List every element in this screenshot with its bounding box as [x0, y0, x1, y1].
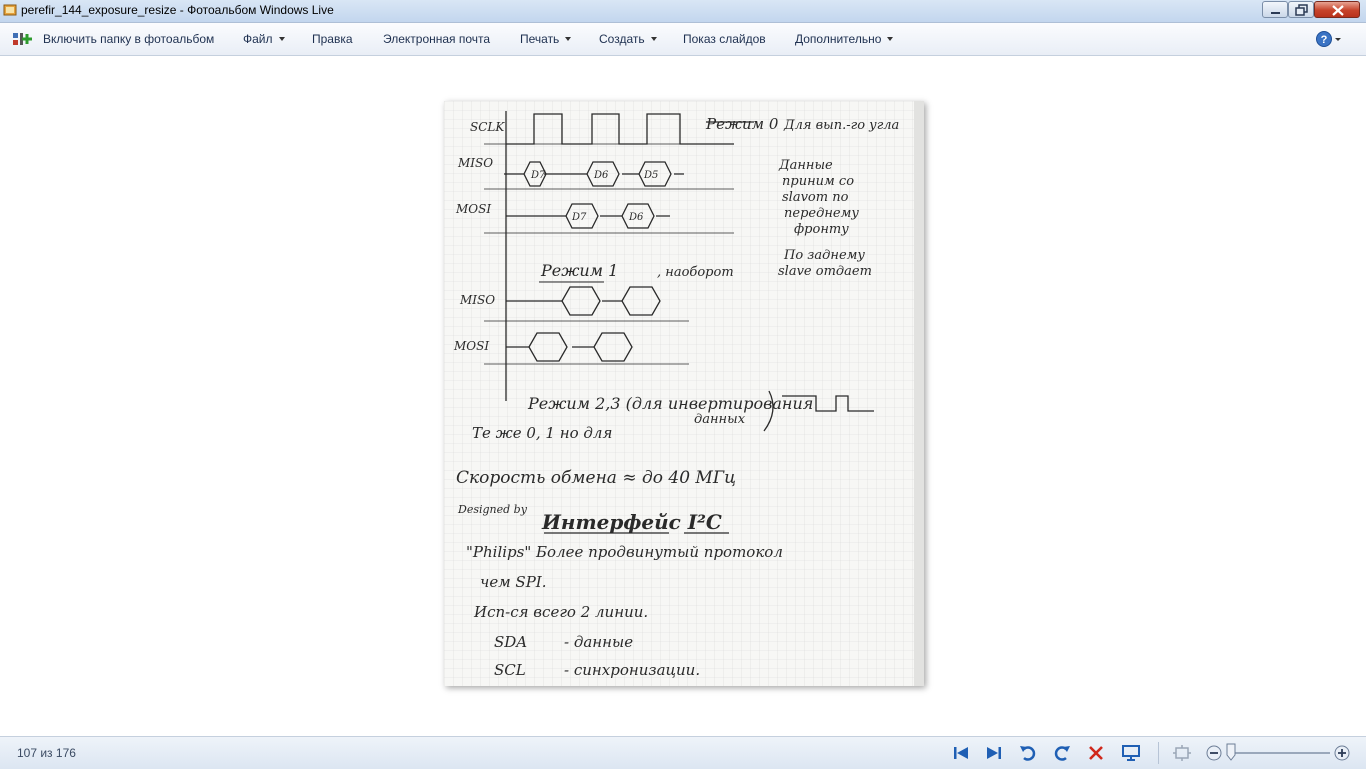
note-mosi-2: MOSI [453, 339, 489, 353]
chevron-down-icon [650, 36, 657, 41]
photo-counter: 107 из 176 [17, 746, 76, 760]
note-sda-desc: - данные [564, 633, 633, 651]
note-data-2: приним со [782, 174, 854, 189]
maximize-button[interactable] [1288, 1, 1314, 18]
close-button[interactable] [1314, 1, 1360, 18]
delete-icon [1089, 746, 1103, 760]
include-folder-label: Включить папку в фотоальбом [43, 32, 215, 46]
note-d6: D6 [593, 170, 609, 181]
next-button[interactable] [983, 743, 1005, 763]
menu-more-label: Дополнительно [795, 32, 882, 46]
menu-file[interactable]: Файл [243, 23, 285, 55]
close-icon [1332, 5, 1344, 16]
note-same: Те же 0, 1 но для [472, 424, 612, 442]
zoom-track[interactable] [1232, 752, 1330, 754]
chevron-down-icon [278, 36, 285, 41]
help-button[interactable]: ? [1316, 30, 1342, 48]
note-uses: Исп-ся всего 2 линии. [473, 603, 648, 621]
menu-slideshow[interactable]: Показ слайдов [683, 23, 766, 55]
chevron-down-icon [887, 36, 894, 41]
note-mode1: Режим 1 [540, 261, 618, 280]
rotate-left-button[interactable] [1017, 743, 1039, 763]
restore-icon [1295, 4, 1308, 16]
menu-slideshow-label: Показ слайдов [683, 32, 766, 46]
rotate-left-icon [1020, 746, 1036, 761]
svg-text:?: ? [1321, 34, 1328, 46]
previous-button[interactable] [950, 743, 972, 763]
actual-size-icon [1173, 745, 1191, 761]
note-mode0: Режим 0 [705, 115, 779, 133]
note-d7-mosi: D7 [571, 212, 587, 223]
title-bar: perefir_144_exposure_resize - Фотоальбом… [0, 0, 1366, 23]
app-icon [3, 4, 17, 16]
note-data-4: переднему [784, 206, 859, 221]
note-mode1-desc: , наоборот [657, 265, 734, 280]
zoom-out-button[interactable] [1203, 743, 1225, 763]
add-folder-icon [13, 33, 32, 45]
note-data-3: slavom по [782, 190, 849, 205]
menu-print[interactable]: Печать [520, 23, 572, 55]
note-speed: Скорость обмена ≈ до 40 МГц [456, 468, 736, 488]
note-than-spi: чем SPI. [480, 573, 546, 591]
help-icon: ? [1316, 31, 1341, 47]
menu-bar: Включить папку в фотоальбом Файл Правка … [0, 23, 1366, 56]
note-i2c-title: Интерфейс I²C [541, 510, 722, 534]
menu-edit-label: Правка [312, 32, 353, 46]
note-d5: D5 [643, 170, 658, 181]
note-mode0-desc: Для вып.-го угла [783, 118, 899, 133]
next-icon [987, 747, 1001, 759]
menu-create[interactable]: Создать [599, 23, 657, 55]
note-scl-desc: - синхронизации. [564, 661, 700, 679]
menu-create-label: Создать [599, 32, 645, 46]
note-data-5: фронту [794, 222, 849, 237]
menu-email-label: Электронная почта [383, 32, 491, 46]
rotate-right-icon [1054, 746, 1070, 761]
menu-edit[interactable]: Правка [312, 23, 353, 55]
actual-size-button[interactable] [1171, 743, 1193, 763]
slideshow-icon [1122, 745, 1140, 761]
note-sda: SDA [494, 633, 527, 651]
delete-button[interactable] [1085, 743, 1107, 763]
note-mosi: MOSI [455, 202, 491, 216]
menu-more[interactable]: Дополнительно [795, 23, 894, 55]
note-data-1: Данные [778, 158, 833, 173]
menu-file-label: Файл [243, 32, 273, 46]
note-same-2: данных [694, 412, 746, 427]
minimize-icon [1271, 12, 1280, 14]
note-miso: MISO [457, 156, 493, 170]
note-designed: Designed by [457, 503, 528, 516]
handwritten-notes-image: SCLK MISO MOSI D7 D6 D5 D7 D6 Режим 0 Дл… [444, 101, 924, 686]
chevron-down-icon [565, 36, 572, 41]
zoom-in-icon [1334, 745, 1350, 761]
zoom-slider-thumb[interactable] [1226, 743, 1236, 761]
window-title: perefir_144_exposure_resize - Фотоальбом… [21, 3, 334, 17]
zoom-out-icon [1206, 745, 1222, 761]
separator [1158, 742, 1159, 764]
note-d6-mosi: D6 [628, 212, 644, 223]
note-miso-2: MISO [459, 293, 495, 307]
rotate-right-button[interactable] [1051, 743, 1073, 763]
zoom-in-button[interactable] [1333, 743, 1355, 763]
photo-viewer: SCLK MISO MOSI D7 D6 D5 D7 D6 Режим 0 Дл… [0, 56, 1366, 736]
note-mode23: Режим 2,3 (для инвертирования [527, 394, 813, 413]
note-slave-2: slave отдает [778, 264, 872, 279]
previous-icon [954, 747, 968, 759]
note-slave-1: По заднему [783, 248, 865, 263]
minimize-button[interactable] [1262, 1, 1288, 18]
status-bar: 107 из 176 [0, 736, 1366, 769]
photo[interactable]: SCLK MISO MOSI D7 D6 D5 D7 D6 Режим 0 Дл… [444, 101, 924, 686]
note-scl: SCL [494, 661, 526, 679]
note-philips: "Philips" Более продвинутый протокол [466, 543, 783, 561]
menu-email[interactable]: Электронная почта [383, 23, 490, 55]
slideshow-button[interactable] [1120, 743, 1142, 763]
note-sclk: SCLK [470, 120, 505, 134]
menu-print-label: Печать [520, 32, 560, 46]
note-d7: D7 [530, 170, 546, 181]
